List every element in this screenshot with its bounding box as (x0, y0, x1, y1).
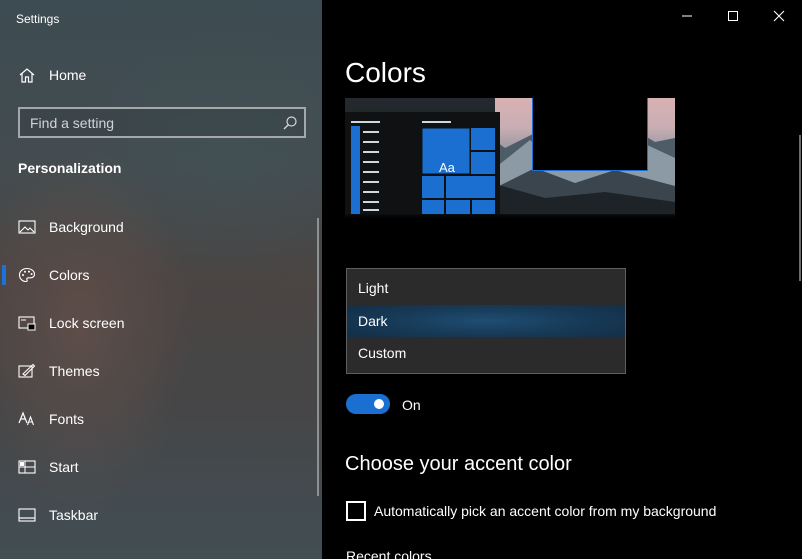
main-content: Colors Aa Light Dark Custom Transparency… (322, 0, 802, 559)
sidebar-item-start[interactable]: Start (0, 450, 322, 484)
palette-icon (18, 267, 36, 283)
search-icon[interactable] (282, 115, 298, 131)
dropdown-option-light[interactable]: Light (347, 272, 625, 304)
preview-wallpaper: Aa (345, 98, 675, 216)
page-title: Colors (345, 57, 426, 88)
theme-preview: Aa (345, 98, 675, 218)
sidebar-item-label: Themes (49, 363, 100, 379)
app-title: Settings (16, 12, 60, 26)
transparency-toggle[interactable] (346, 394, 390, 414)
sidebar-item-background[interactable]: Background (0, 210, 322, 244)
auto-accent-checkbox[interactable] (346, 501, 366, 521)
sidebar: Settings Home Personalization Background… (0, 0, 322, 559)
transparency-state: On (402, 397, 421, 413)
auto-accent-label[interactable]: Automatically pick an accent color from … (374, 503, 716, 519)
preview-window (532, 98, 648, 171)
search-box (18, 107, 306, 138)
sidebar-item-label: Start (49, 459, 79, 475)
accent-heading: Choose your accent color (345, 453, 572, 475)
sidebar-nav: Background Colors Lock screen Themes Fon… (0, 210, 322, 546)
color-mode-dropdown[interactable]: Light Dark Custom (346, 268, 626, 374)
window-controls (664, 0, 802, 36)
recent-colors-label: Recent colors (346, 548, 432, 559)
sidebar-item-home[interactable]: Home (0, 60, 322, 90)
minimize-button[interactable] (664, 0, 710, 36)
maximize-icon (727, 9, 739, 27)
sidebar-item-label: Fonts (49, 411, 85, 427)
close-icon (773, 9, 785, 27)
minimize-icon (681, 9, 693, 27)
sidebar-item-taskbar[interactable]: Taskbar (0, 498, 322, 532)
toggle-knob (374, 399, 384, 409)
search-input[interactable] (20, 109, 304, 136)
brush-icon (18, 363, 36, 379)
font-icon (18, 411, 36, 427)
maximize-button[interactable] (710, 0, 756, 36)
sidebar-item-fonts[interactable]: Fonts (0, 402, 322, 436)
sidebar-scrollbar[interactable] (317, 218, 319, 496)
preview-start-menu: Aa (345, 112, 500, 216)
sidebar-item-label: Lock screen (49, 315, 125, 331)
sidebar-item-themes[interactable]: Themes (0, 354, 322, 388)
sidebar-item-lock-screen[interactable]: Lock screen (0, 306, 322, 340)
preview-tile-label: Aa (439, 160, 455, 175)
sidebar-item-label: Background (49, 219, 124, 235)
main-scrollbar[interactable] (799, 135, 801, 281)
start-grid-icon (18, 459, 36, 475)
dropdown-option-dark[interactable]: Dark (347, 305, 625, 337)
sidebar-item-colors[interactable]: Colors (0, 258, 322, 292)
image-icon (18, 219, 36, 235)
preview-shadow (345, 214, 675, 218)
dropdown-option-custom[interactable]: Custom (347, 337, 625, 369)
section-title: Personalization (18, 160, 122, 176)
home-icon (18, 67, 36, 83)
close-button[interactable] (756, 0, 802, 36)
sidebar-item-label: Taskbar (49, 507, 99, 523)
preview-start-layout (351, 121, 495, 214)
taskbar-icon (18, 507, 36, 523)
sidebar-item-label: Home (49, 67, 87, 83)
sidebar-item-label: Colors (49, 267, 90, 283)
lock-screen-icon (18, 315, 36, 331)
